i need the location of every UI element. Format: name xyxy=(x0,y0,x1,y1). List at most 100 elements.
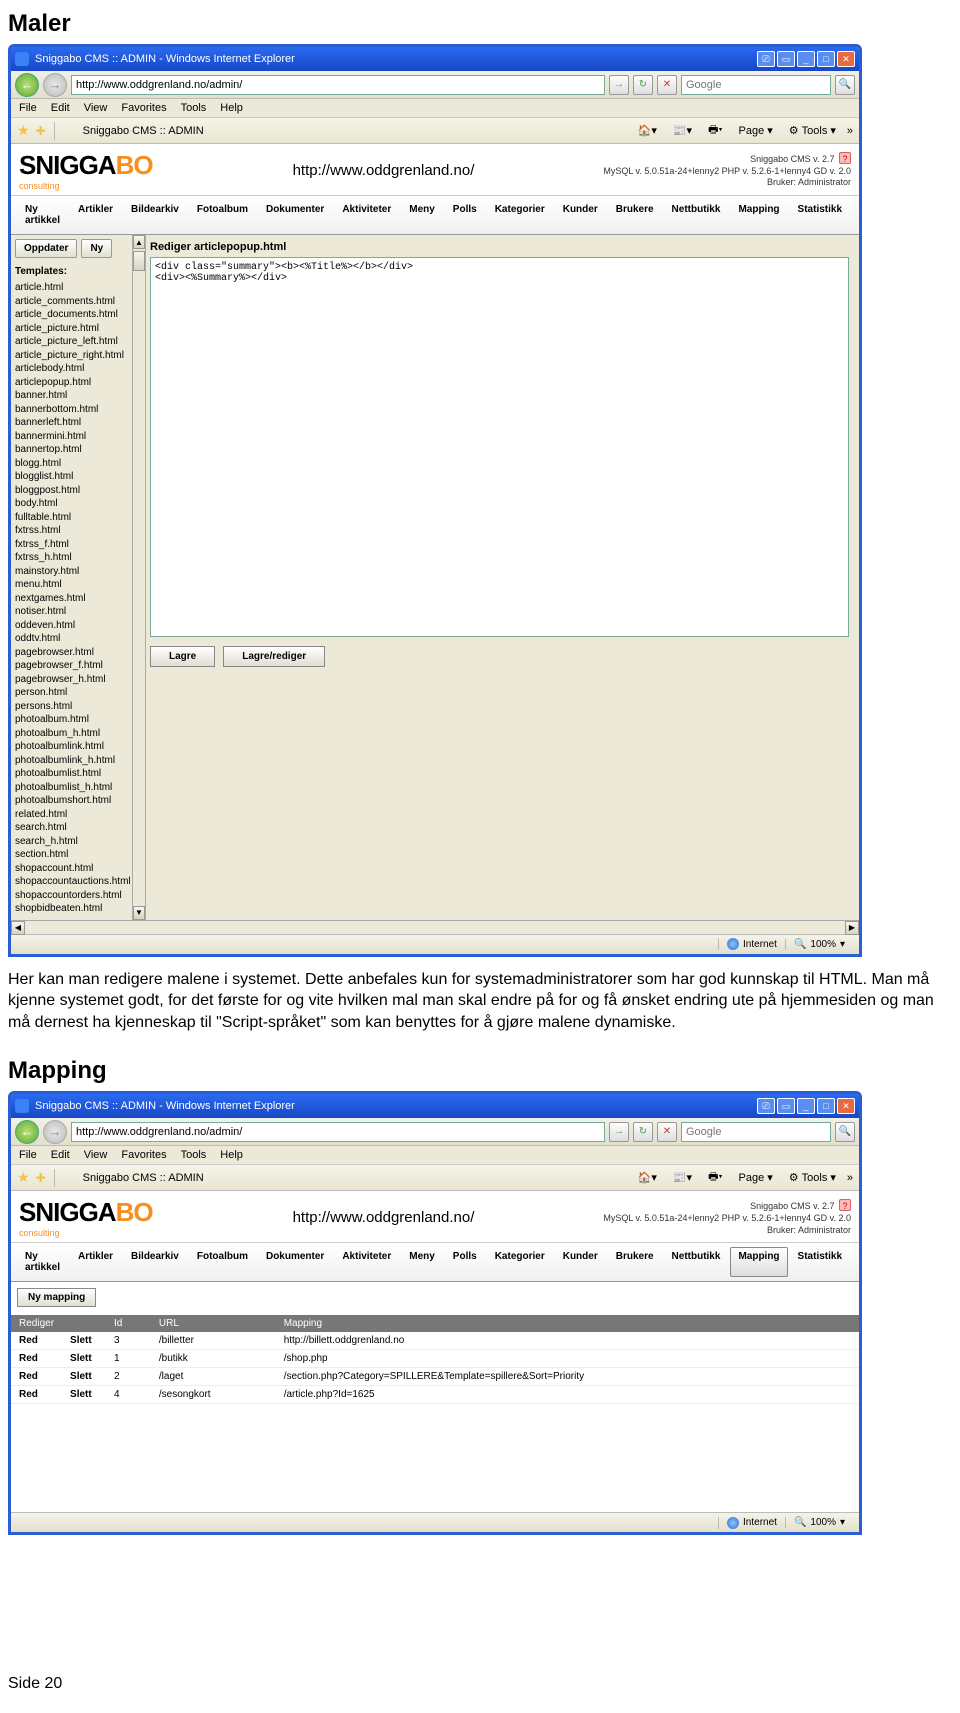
forward-button[interactable]: → xyxy=(43,73,67,97)
template-item[interactable]: fxtrss_h.html xyxy=(15,551,142,565)
zoom-level[interactable]: 🔍 100% ▾ xyxy=(785,939,853,950)
nav-artikler[interactable]: Artikler xyxy=(70,1247,121,1277)
menu-edit[interactable]: Edit xyxy=(51,102,70,114)
edit-link[interactable]: Red xyxy=(11,1386,62,1404)
template-item[interactable]: shopaccountauctions.html xyxy=(15,875,142,889)
url-input[interactable] xyxy=(71,1122,605,1142)
nav-kunder[interactable]: Kunder xyxy=(555,200,606,230)
lagre-rediger-button[interactable]: Lagre/rediger xyxy=(223,646,325,667)
maximize-button[interactable]: □ xyxy=(817,1098,835,1114)
template-item[interactable]: article_picture_left.html xyxy=(15,335,142,349)
template-item[interactable]: notiser.html xyxy=(15,605,142,619)
minimize-button[interactable]: _ xyxy=(797,1098,815,1114)
go-button[interactable]: → xyxy=(609,75,629,95)
menu-help[interactable]: Help xyxy=(220,1149,243,1161)
horizontal-scrollbar[interactable]: ◀▶ xyxy=(11,920,859,934)
menu-edit[interactable]: Edit xyxy=(51,1149,70,1161)
scroll-down-icon[interactable]: ▼ xyxy=(133,906,145,920)
template-item[interactable]: photoalbumlist_h.html xyxy=(15,781,142,795)
zoom-level[interactable]: 🔍 100% ▾ xyxy=(785,1517,853,1528)
nav-kunder[interactable]: Kunder xyxy=(555,1247,606,1277)
home-button[interactable]: 🏠▾ xyxy=(633,121,662,140)
nav-meny[interactable]: Meny xyxy=(401,200,443,230)
nav-artikler[interactable]: Artikler xyxy=(70,200,121,230)
back-button[interactable]: ← xyxy=(15,1120,39,1144)
add-favorite-icon[interactable]: ✚ xyxy=(36,1171,46,1185)
help-icon[interactable]: ? xyxy=(839,1199,851,1211)
oppdater-button[interactable]: Oppdater xyxy=(15,239,77,258)
lagre-button[interactable]: Lagre xyxy=(150,646,215,667)
refresh-button[interactable]: ↻ xyxy=(633,1122,653,1142)
maximize-button[interactable]: □ xyxy=(817,51,835,67)
template-item[interactable]: pagebrowser_f.html xyxy=(15,659,142,673)
favorites-star-icon[interactable]: ★ xyxy=(17,122,30,139)
page-menu[interactable]: Page ▾ xyxy=(734,121,778,140)
scroll-thumb[interactable] xyxy=(133,251,145,271)
template-item[interactable]: article.html xyxy=(15,281,142,295)
search-button[interactable]: 🔍 xyxy=(835,1122,855,1142)
delete-link[interactable]: Slett xyxy=(62,1350,106,1368)
template-item[interactable]: blogglist.html xyxy=(15,470,142,484)
search-button[interactable]: 🔍 xyxy=(835,75,855,95)
delete-link[interactable]: Slett xyxy=(62,1368,106,1386)
stop-button[interactable]: ✕ xyxy=(657,1122,677,1142)
wb-b[interactable]: ▭ xyxy=(777,1098,795,1114)
template-item[interactable]: photoalbum_h.html xyxy=(15,727,142,741)
delete-link[interactable]: Slett xyxy=(62,1386,106,1404)
nav-aktiviteter[interactable]: Aktiviteter xyxy=(334,200,399,230)
help-icon[interactable]: ? xyxy=(839,152,851,164)
nav-statistikk[interactable]: Statistikk xyxy=(790,1247,850,1277)
template-item[interactable]: banner.html xyxy=(15,389,142,403)
ny-button[interactable]: Ny xyxy=(81,239,112,258)
menu-favorites[interactable]: Favorites xyxy=(121,1149,166,1161)
template-item[interactable]: fxtrss.html xyxy=(15,524,142,538)
expand-icon[interactable]: » xyxy=(847,125,853,137)
template-item[interactable]: photoalbum.html xyxy=(15,713,142,727)
menu-file[interactable]: File xyxy=(19,1149,37,1161)
nav-ny-artikkel[interactable]: Ny artikkel xyxy=(17,1247,68,1277)
nav-brukere[interactable]: Brukere xyxy=(608,1247,662,1277)
nav-statistikk[interactable]: Statistikk xyxy=(790,200,850,230)
forward-button[interactable]: → xyxy=(43,1120,67,1144)
menu-help[interactable]: Help xyxy=(220,102,243,114)
nav-ny-artikkel[interactable]: Ny artikkel xyxy=(17,200,68,230)
wb-a[interactable]: ⎚ xyxy=(757,1098,775,1114)
nav-maler[interactable]: Maler xyxy=(852,200,862,230)
go-button[interactable]: → xyxy=(609,1122,629,1142)
nav-polls[interactable]: Polls xyxy=(445,200,485,230)
nav-fotoalbum[interactable]: Fotoalbum xyxy=(189,1247,256,1277)
page-menu[interactable]: Page ▾ xyxy=(734,1168,778,1187)
template-item[interactable]: shopaccountorders.html xyxy=(15,889,142,903)
wb-a[interactable]: ⎚ xyxy=(757,51,775,67)
template-item[interactable]: photoalbumlist.html xyxy=(15,767,142,781)
expand-icon[interactable]: » xyxy=(847,1172,853,1184)
template-item[interactable]: blogg.html xyxy=(15,457,142,471)
template-item[interactable]: articlepopup.html xyxy=(15,376,142,390)
template-item[interactable]: photoalbumlink.html xyxy=(15,740,142,754)
tab-title[interactable]: Sniggabo CMS :: ADMIN xyxy=(83,1172,204,1184)
template-item[interactable]: photoalbumlink_h.html xyxy=(15,754,142,768)
template-item[interactable]: fxtrss_f.html xyxy=(15,538,142,552)
template-item[interactable]: bannertop.html xyxy=(15,443,142,457)
template-item[interactable]: menu.html xyxy=(15,578,142,592)
menu-file[interactable]: File xyxy=(19,102,37,114)
nav-dokumenter[interactable]: Dokumenter xyxy=(258,1247,332,1277)
nav-polls[interactable]: Polls xyxy=(445,1247,485,1277)
template-item[interactable]: body.html xyxy=(15,497,142,511)
template-item[interactable]: article_picture_right.html xyxy=(15,349,142,363)
edit-link[interactable]: Red xyxy=(11,1332,62,1350)
nav-maler[interactable]: Maler xyxy=(852,1247,862,1277)
template-item[interactable]: related.html xyxy=(15,808,142,822)
favorites-star-icon[interactable]: ★ xyxy=(17,1169,30,1186)
nav-dokumenter[interactable]: Dokumenter xyxy=(258,200,332,230)
delete-link[interactable]: Slett xyxy=(62,1332,106,1350)
url-input[interactable] xyxy=(71,75,605,95)
tab-title[interactable]: Sniggabo CMS :: ADMIN xyxy=(83,125,204,137)
template-item[interactable]: persons.html xyxy=(15,700,142,714)
template-item[interactable]: shopaccount.html xyxy=(15,862,142,876)
print-button[interactable]: 🖶▾ xyxy=(703,1165,727,1190)
template-item[interactable]: bannerbottom.html xyxy=(15,403,142,417)
nav-nettbutikk[interactable]: Nettbutikk xyxy=(664,200,729,230)
template-item[interactable]: photoalbumshort.html xyxy=(15,794,142,808)
close-button[interactable]: ✕ xyxy=(837,1098,855,1114)
